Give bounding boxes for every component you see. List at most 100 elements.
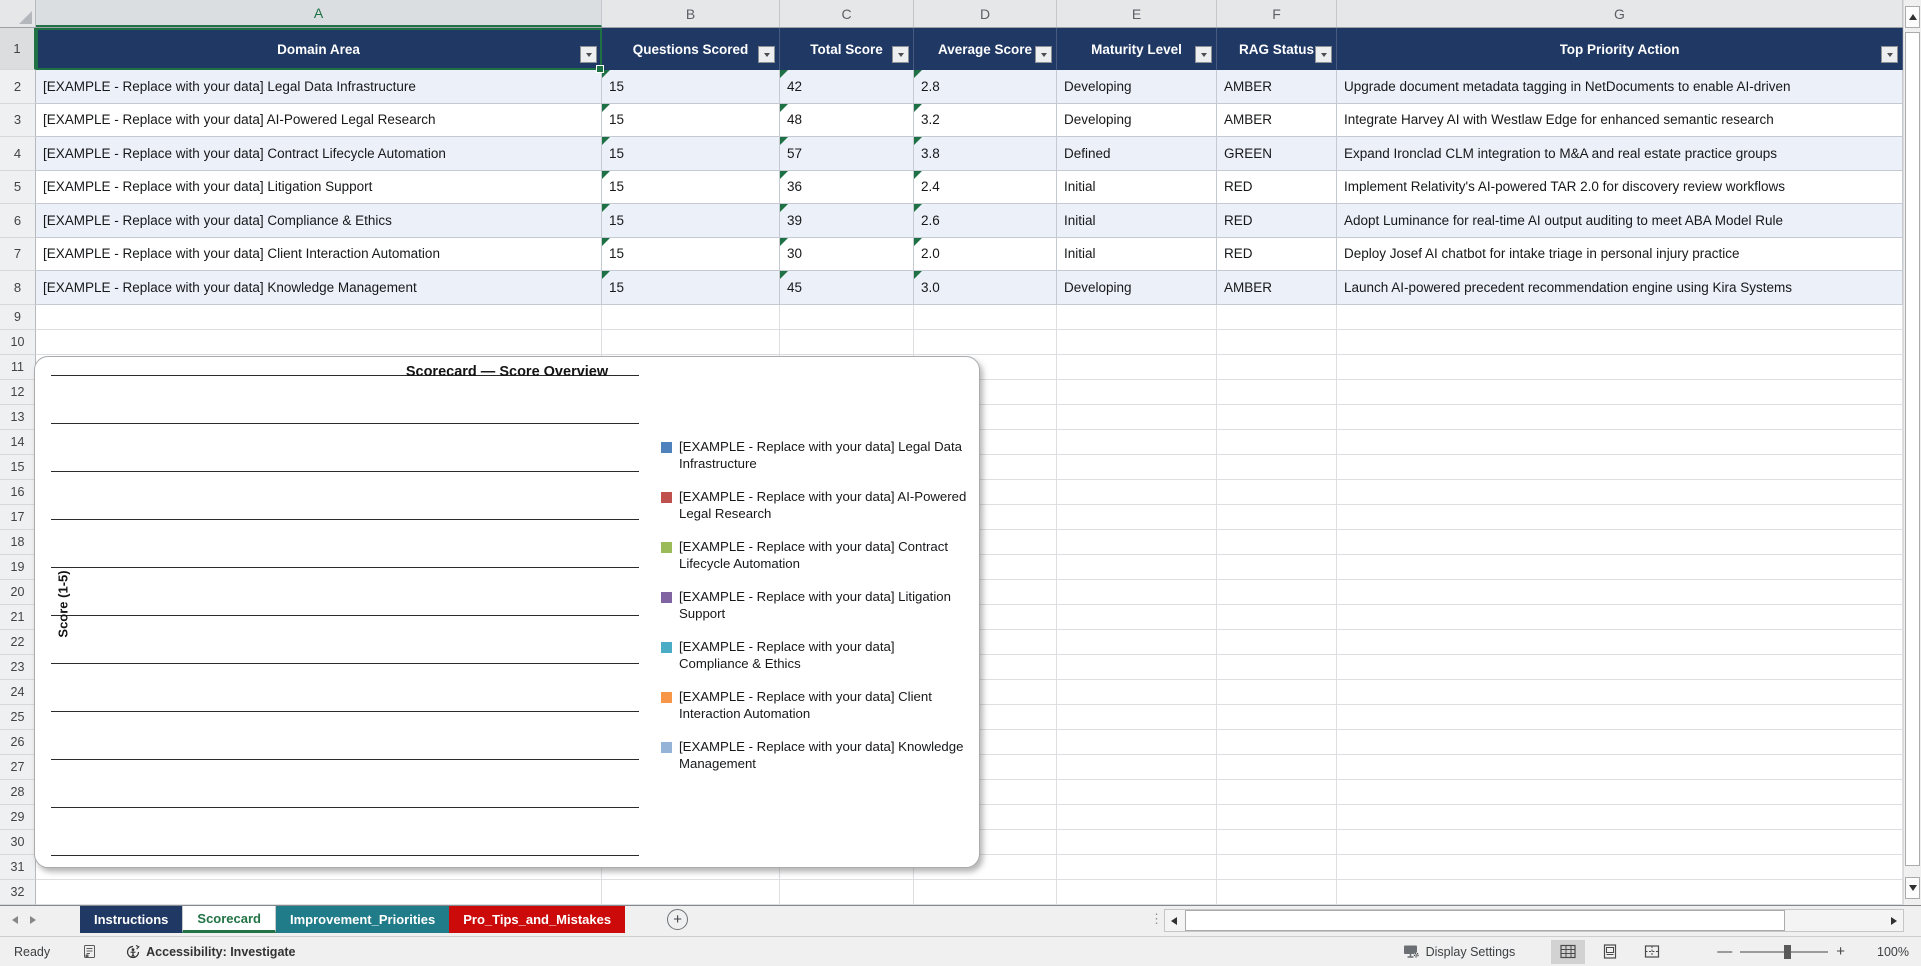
empty-cell[interactable] <box>1057 654 1217 680</box>
empty-cell[interactable] <box>914 879 1057 905</box>
empty-cell[interactable] <box>1337 529 1903 555</box>
empty-cell[interactable] <box>1057 479 1217 505</box>
cell-rag-status[interactable]: AMBER <box>1217 103 1337 137</box>
cell-maturity-level[interactable]: Initial <box>1057 204 1217 238</box>
empty-cell[interactable] <box>1337 479 1903 505</box>
empty-cell[interactable] <box>1337 704 1903 730</box>
cell-rag-status[interactable]: AMBER <box>1217 271 1337 305</box>
cell-top-priority-action[interactable]: Deploy Josef AI chatbot for intake triag… <box>1337 237 1903 271</box>
filter-dropdown-button[interactable] <box>580 46 597 63</box>
empty-cell[interactable] <box>1337 654 1903 680</box>
empty-cell[interactable] <box>1057 704 1217 730</box>
empty-cell[interactable] <box>1337 854 1903 880</box>
cell-rag-status[interactable]: AMBER <box>1217 70 1337 104</box>
empty-cell[interactable] <box>602 879 780 905</box>
sheet-tab-improvement_priorities[interactable]: Improvement_Priorities <box>276 906 450 933</box>
row-header-22[interactable]: 22 <box>0 629 36 655</box>
empty-cell[interactable] <box>1057 604 1217 630</box>
filter-dropdown-button[interactable] <box>758 46 775 63</box>
empty-cell[interactable] <box>1057 854 1217 880</box>
row-header-1[interactable]: 1 <box>0 28 36 70</box>
row-header-12[interactable]: 12 <box>0 379 36 405</box>
header-cell-e[interactable]: Maturity Level <box>1057 28 1217 70</box>
row-header-24[interactable]: 24 <box>0 679 36 705</box>
empty-cell[interactable] <box>1057 679 1217 705</box>
cell-average-score[interactable]: 2.4 <box>914 170 1057 204</box>
cell-rag-status[interactable]: RED <box>1217 204 1337 238</box>
row-header-18[interactable]: 18 <box>0 529 36 555</box>
cell-average-score[interactable]: 3.0 <box>914 271 1057 305</box>
cell-average-score[interactable]: 2.8 <box>914 70 1057 104</box>
empty-cell[interactable] <box>36 329 602 355</box>
empty-cell[interactable] <box>1057 379 1217 405</box>
empty-cell[interactable] <box>1217 629 1337 655</box>
cell-maturity-level[interactable]: Developing <box>1057 103 1217 137</box>
empty-cell[interactable] <box>1217 379 1337 405</box>
cell-maturity-level[interactable]: Initial <box>1057 237 1217 271</box>
cell-questions-scored[interactable]: 15 <box>602 103 780 137</box>
column-header-a[interactable]: A <box>36 0 602 27</box>
row-header-25[interactable]: 25 <box>0 704 36 730</box>
row-header-10[interactable]: 10 <box>0 329 36 355</box>
column-header-g[interactable]: G <box>1337 0 1903 27</box>
cell-rag-status[interactable]: GREEN <box>1217 137 1337 171</box>
empty-cell[interactable] <box>36 879 602 905</box>
cell-domain-area[interactable]: [EXAMPLE - Replace with your data] Clien… <box>36 237 602 271</box>
zoom-in-button[interactable]: + <box>1828 943 1853 960</box>
accessibility-status[interactable]: Accessibility: Investigate <box>125 944 296 960</box>
empty-cell[interactable] <box>1057 429 1217 455</box>
empty-cell[interactable] <box>1217 879 1337 905</box>
empty-cell[interactable] <box>1057 404 1217 430</box>
empty-cell[interactable] <box>1217 779 1337 805</box>
zoom-out-button[interactable]: — <box>1709 943 1740 960</box>
empty-cell[interactable] <box>1337 304 1903 330</box>
empty-cell[interactable] <box>602 304 780 330</box>
empty-cell[interactable] <box>1057 579 1217 605</box>
scroll-left-button[interactable] <box>1165 916 1183 925</box>
cell-rag-status[interactable]: RED <box>1217 237 1337 271</box>
row-header-8[interactable]: 8 <box>0 271 36 305</box>
cell-domain-area[interactable]: [EXAMPLE - Replace with your data] Contr… <box>36 137 602 171</box>
cell-total-score[interactable]: 48 <box>780 103 914 137</box>
column-header-c[interactable]: C <box>780 0 914 27</box>
empty-cell[interactable] <box>1057 504 1217 530</box>
cell-top-priority-action[interactable]: Upgrade document metadata tagging in Net… <box>1337 70 1903 104</box>
normal-view-button[interactable] <box>1551 939 1586 964</box>
empty-cell[interactable] <box>1337 629 1903 655</box>
row-header-13[interactable]: 13 <box>0 404 36 430</box>
empty-cell[interactable] <box>1337 429 1903 455</box>
empty-cell[interactable] <box>1057 804 1217 830</box>
empty-cell[interactable] <box>1217 729 1337 755</box>
row-header-30[interactable]: 30 <box>0 829 36 855</box>
select-all-button[interactable] <box>0 0 36 27</box>
cell-average-score[interactable]: 3.2 <box>914 103 1057 137</box>
cell-average-score[interactable]: 2.0 <box>914 237 1057 271</box>
page-layout-view-button[interactable] <box>1593 940 1627 964</box>
empty-cell[interactable] <box>1057 779 1217 805</box>
row-header-16[interactable]: 16 <box>0 479 36 505</box>
cell-domain-area[interactable]: [EXAMPLE - Replace with your data] AI-Po… <box>36 103 602 137</box>
empty-cell[interactable] <box>1217 304 1337 330</box>
cell-maturity-level[interactable]: Initial <box>1057 170 1217 204</box>
cell-top-priority-action[interactable]: Integrate Harvey AI with Westlaw Edge fo… <box>1337 103 1903 137</box>
empty-cell[interactable] <box>1217 354 1337 380</box>
empty-cell[interactable] <box>1217 479 1337 505</box>
row-header-4[interactable]: 4 <box>0 137 36 171</box>
row-header-27[interactable]: 27 <box>0 754 36 780</box>
vertical-scrollbar-thumb[interactable] <box>1905 32 1920 866</box>
empty-cell[interactable] <box>1337 804 1903 830</box>
embedded-chart[interactable]: Scorecard — Score Overview Score (1-5) [… <box>34 356 980 868</box>
cell-questions-scored[interactable]: 15 <box>602 237 780 271</box>
empty-cell[interactable] <box>36 304 602 330</box>
scroll-right-button[interactable] <box>1885 916 1903 925</box>
page-break-view-button[interactable] <box>1635 940 1669 964</box>
empty-cell[interactable] <box>914 329 1057 355</box>
column-header-b[interactable]: B <box>602 0 780 27</box>
cell-domain-area[interactable]: [EXAMPLE - Replace with your data] Knowl… <box>36 271 602 305</box>
zoom-level[interactable]: 100% <box>1865 945 1909 959</box>
row-header-26[interactable]: 26 <box>0 729 36 755</box>
empty-cell[interactable] <box>1337 604 1903 630</box>
column-header-e[interactable]: E <box>1057 0 1217 27</box>
row-header-15[interactable]: 15 <box>0 454 36 480</box>
sheet-tab-scorecard[interactable]: Scorecard <box>182 906 276 933</box>
